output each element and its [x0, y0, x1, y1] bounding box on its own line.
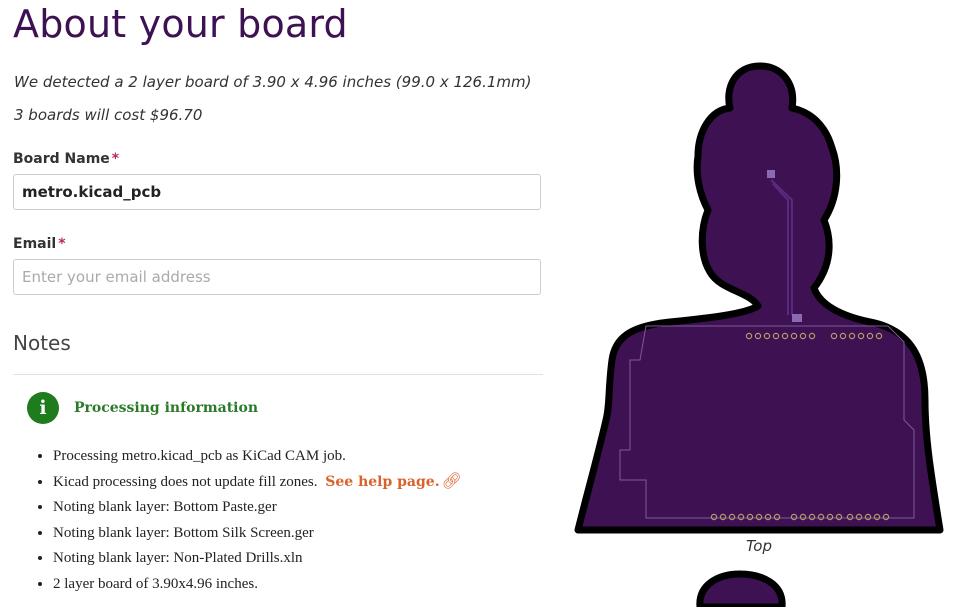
processing-messages-list: Processing metro.kicad_pcb as KiCad CAM … — [33, 445, 462, 599]
component — [792, 314, 802, 322]
message-text: Noting blank layer: Bottom Silk Screen.g… — [53, 524, 314, 541]
message-text: 2 layer board of 3.90x4.96 inches. — [53, 575, 258, 592]
list-item: Noting blank layer: Non-Plated Drills.xl… — [53, 547, 462, 573]
board-name-label-text: Board Name — [13, 151, 110, 167]
message-text: Noting blank layer: Bottom Paste.ger — [53, 499, 277, 516]
message-text: Kicad processing does not update fill zo… — [53, 473, 318, 490]
email-input[interactable] — [13, 259, 541, 295]
board-preview-top — [570, 60, 950, 611]
board-detection-text: We detected a 2 layer board of 3.90 x 4.… — [14, 73, 532, 91]
bottom-board-preview — [696, 570, 786, 611]
email-label-text: Email — [13, 236, 57, 252]
processing-info-title: Processing information — [74, 400, 259, 416]
notes-divider — [13, 374, 543, 375]
board-name-input[interactable] — [13, 174, 541, 210]
list-item: 2 layer board of 3.90x4.96 inches. — [53, 573, 462, 599]
board-outline — [574, 62, 944, 534]
board-name-label: Board Name * — [13, 151, 119, 167]
link-icon[interactable]: 🔗︎ — [442, 473, 462, 490]
list-item: Noting blank layer: Bottom Paste.ger — [53, 496, 462, 522]
message-text: Processing metro.kicad_pcb as KiCad CAM … — [53, 448, 346, 464]
board-cost-text: 3 boards will cost $96.70 — [14, 106, 203, 124]
email-label: Email * — [13, 236, 66, 252]
pcb-top-render — [574, 62, 944, 611]
required-marker: * — [58, 236, 66, 252]
help-page-link[interactable]: See help page. — [325, 474, 439, 490]
info-icon: i — [27, 392, 59, 424]
board-preview-caption: Top — [746, 537, 773, 555]
component — [767, 170, 775, 178]
notes-heading: Notes — [13, 331, 71, 355]
list-item: Kicad processing does not update fill zo… — [53, 471, 462, 497]
list-item: Noting blank layer: Bottom Silk Screen.g… — [53, 522, 462, 548]
list-item: Processing metro.kicad_pcb as KiCad CAM … — [53, 445, 462, 471]
page-title: About your board — [13, 2, 348, 46]
message-text: Noting blank layer: Non-Plated Drills.xl… — [53, 550, 303, 567]
required-marker: * — [111, 151, 120, 167]
